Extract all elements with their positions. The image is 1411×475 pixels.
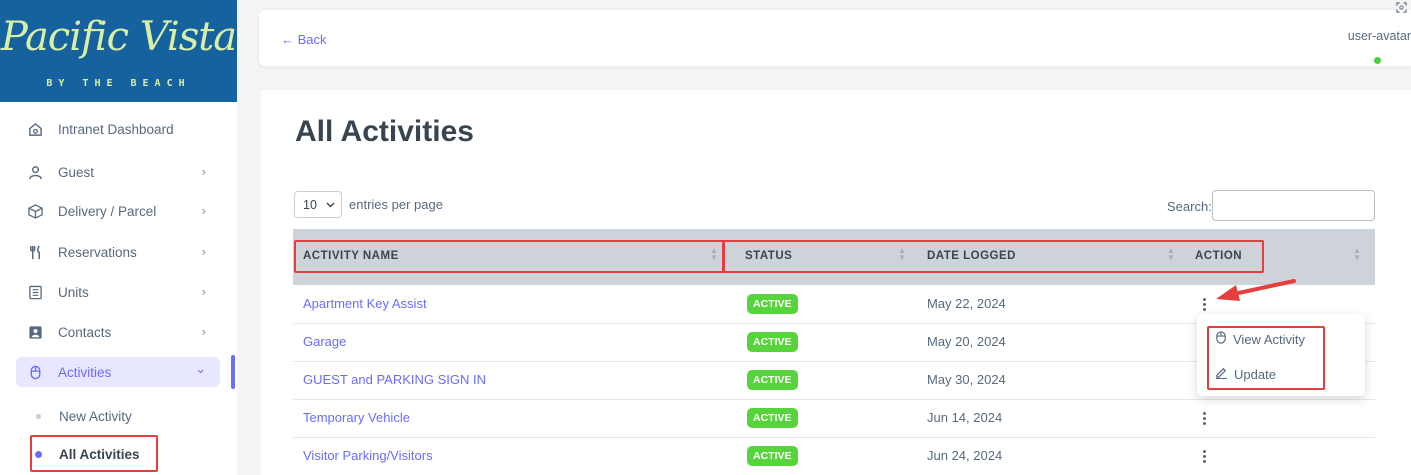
- more-options-icon[interactable]: [1199, 407, 1209, 429]
- chevron-down-icon: [326, 202, 335, 207]
- brand-logo[interactable]: Pacific Vista BY THE BEACH: [0, 0, 237, 102]
- search-input[interactable]: [1212, 190, 1375, 221]
- package-icon: [26, 202, 44, 220]
- list-icon: [26, 283, 44, 301]
- sidebar-subitem-all-activities[interactable]: All Activities: [16, 440, 220, 468]
- brand-tagline: BY THE BEACH: [46, 78, 191, 89]
- mouse-icon: [26, 363, 44, 381]
- entries-per-page: 10 entries per page: [294, 191, 443, 218]
- sidebar-item-activities[interactable]: Activities ⌄: [16, 357, 220, 387]
- sidebar-item-label: Contacts: [58, 324, 112, 340]
- activity-name-link[interactable]: Apartment Key Assist: [303, 296, 427, 311]
- status-badge: ACTIVE: [747, 332, 798, 352]
- sidebar-subitem-label: New Activity: [59, 408, 132, 424]
- menu-item-label: View Activity: [1233, 331, 1306, 347]
- status-badge: ACTIVE: [747, 446, 798, 466]
- brand-name: Pacific Vista: [0, 14, 237, 60]
- sidebar-item-label: Units: [58, 284, 89, 300]
- sidebar-item-intranet-dashboard[interactable]: Intranet Dashboard: [16, 114, 220, 144]
- back-link[interactable]: ← Back: [281, 32, 327, 47]
- avatar[interactable]: user-avatar: [1348, 29, 1411, 43]
- chevron-down-icon: ⌄: [195, 361, 206, 376]
- sidebar-item-reservations[interactable]: Reservations ›: [16, 237, 220, 267]
- status-badge: ACTIVE: [747, 294, 798, 314]
- status-badge: ACTIVE: [747, 408, 798, 428]
- sidebar-item-units[interactable]: Units ›: [16, 277, 220, 307]
- pencil-icon: [1215, 366, 1228, 382]
- sidebar: Pacific Vista BY THE BEACH Intranet Dash…: [0, 0, 237, 475]
- activity-name-link[interactable]: Temporary Vehicle: [303, 410, 410, 425]
- search-label: Search:: [1167, 199, 1212, 214]
- active-indicator: [231, 355, 235, 389]
- view-activity-menu-item[interactable]: View Activity: [1215, 331, 1305, 347]
- date-logged: Jun 24, 2024: [927, 448, 1003, 463]
- sidebar-item-guest[interactable]: Guest ›: [16, 157, 220, 187]
- top-navbar: ← Back user-avatar: [259, 10, 1411, 66]
- status-badge: ACTIVE: [747, 370, 798, 390]
- sort-icon[interactable]: ▲ ▼: [898, 247, 906, 262]
- chevron-right-icon: ›: [201, 324, 206, 339]
- table-row: Visitor Parking/Visitors ACTIVE Jun 24, …: [293, 436, 1375, 475]
- sort-icon[interactable]: ▲ ▼: [1167, 247, 1175, 262]
- more-options-icon[interactable]: [1199, 445, 1209, 467]
- entries-value: 10: [303, 197, 317, 212]
- date-logged: May 22, 2024: [927, 296, 1006, 311]
- annotation-arrow-icon: [1216, 279, 1296, 301]
- sort-icon[interactable]: ▲ ▼: [710, 247, 718, 262]
- column-header-status[interactable]: STATUS: [745, 250, 792, 262]
- more-options-icon[interactable]: [1199, 293, 1209, 315]
- date-logged: May 30, 2024: [927, 372, 1006, 387]
- sidebar-item-label: Guest: [58, 164, 95, 180]
- sidebar-item-label: Reservations: [58, 244, 137, 260]
- activity-name-link[interactable]: Visitor Parking/Visitors: [303, 448, 433, 463]
- user-icon: [26, 163, 44, 181]
- contact-card-icon: [26, 323, 44, 341]
- bullet-icon: [36, 413, 41, 419]
- chevron-right-icon: ›: [201, 164, 206, 179]
- update-menu-item[interactable]: Update: [1215, 366, 1276, 382]
- entries-label: entries per page: [349, 197, 443, 212]
- menu-item-label: Update: [1234, 366, 1276, 382]
- chevron-right-icon: ›: [201, 203, 206, 218]
- page-title: All Activities: [295, 115, 474, 148]
- sidebar-item-label: Delivery / Parcel: [58, 203, 157, 219]
- sidebar-item-label: Intranet Dashboard: [58, 121, 174, 137]
- column-header-activity-name[interactable]: ACTIVITY NAME: [303, 250, 399, 262]
- date-logged: May 20, 2024: [927, 334, 1006, 349]
- chevron-right-icon: ›: [201, 244, 206, 259]
- home-icon: [26, 120, 44, 138]
- sidebar-subitem-label: All Activities: [59, 446, 140, 462]
- sidebar-item-delivery-parcel[interactable]: Delivery / Parcel ›: [16, 196, 220, 226]
- action-dropdown-menu: View Activity Update: [1197, 314, 1365, 396]
- sidebar-item-contacts[interactable]: Contacts ›: [16, 317, 220, 347]
- bullet-icon: [35, 450, 42, 458]
- column-header-action: ACTION: [1195, 250, 1243, 262]
- column-header-date-logged[interactable]: DATE LOGGED: [927, 250, 1016, 262]
- table-row: Temporary Vehicle ACTIVE Jun 14, 2024: [293, 398, 1375, 438]
- date-logged: Jun 14, 2024: [927, 410, 1003, 425]
- entries-select[interactable]: 10: [294, 191, 342, 218]
- online-status-dot: [1374, 57, 1381, 64]
- screenshot-icon[interactable]: [1396, 2, 1407, 16]
- activity-name-link[interactable]: GUEST and PARKING SIGN IN: [303, 372, 486, 387]
- utensils-icon: [26, 243, 44, 261]
- sidebar-item-label: Activities: [58, 364, 112, 380]
- chevron-right-icon: ›: [201, 284, 206, 299]
- sidebar-subitem-new-activity[interactable]: New Activity: [16, 402, 220, 430]
- activity-name-link[interactable]: Garage: [303, 334, 346, 349]
- sort-icon[interactable]: ▲ ▼: [1353, 247, 1361, 262]
- mouse-icon: [1215, 331, 1227, 347]
